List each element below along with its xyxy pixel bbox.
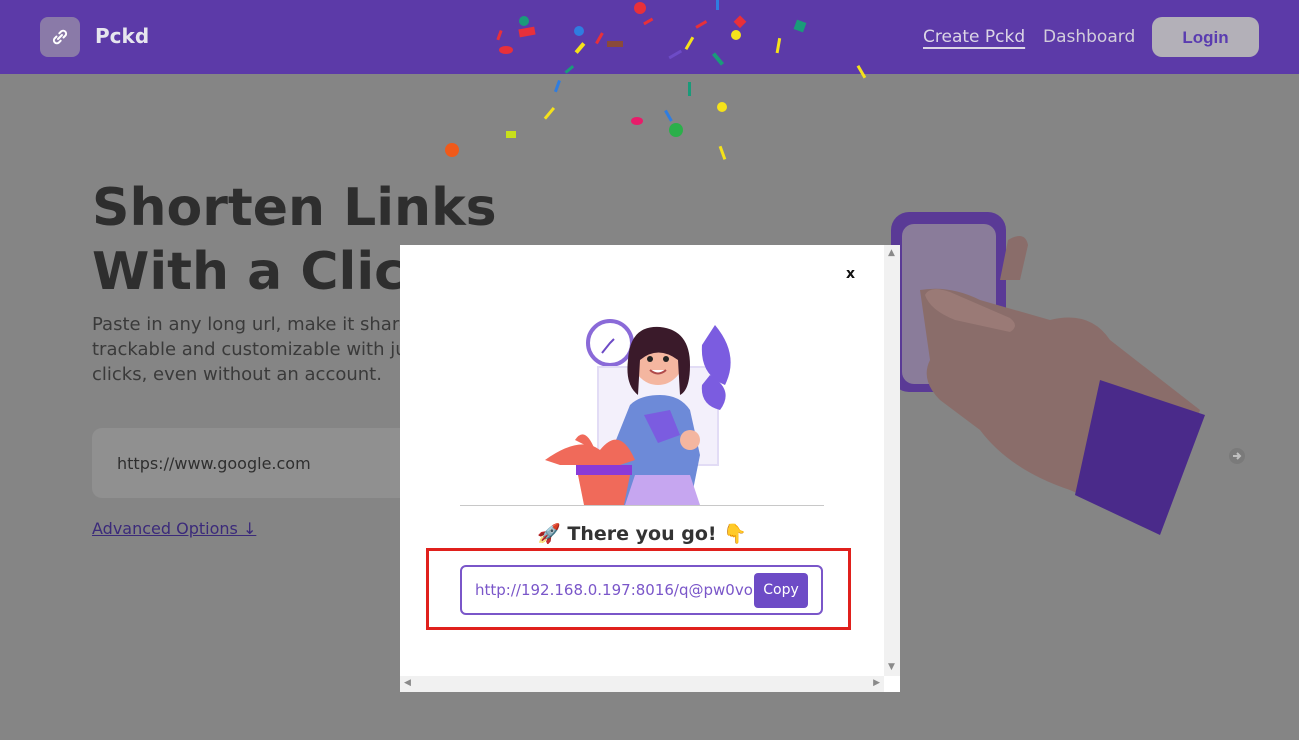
close-button[interactable]: x — [846, 266, 855, 282]
scroll-down-arrow-icon[interactable]: ▼ — [888, 663, 895, 672]
arrow-right-icon — [1229, 448, 1245, 464]
scroll-left-arrow-icon[interactable]: ◀ — [404, 679, 411, 688]
divider — [460, 505, 824, 506]
success-message: 🚀 There you go! 👇 — [537, 523, 747, 545]
advanced-options-link[interactable]: Advanced Options ↓ — [92, 519, 256, 538]
woman-watering-plant-illustration — [545, 319, 731, 505]
horizontal-scrollbar[interactable]: ◀ ▶ — [400, 676, 884, 692]
copy-button[interactable]: Copy — [754, 573, 808, 608]
success-modal: x 🚀 There you go! 👇 http://192.168.0.197… — [400, 245, 900, 692]
confetti-decoration — [445, 0, 867, 160]
hand-phone-illustration — [891, 212, 1205, 535]
scroll-right-arrow-icon[interactable]: ▶ — [873, 679, 880, 688]
vertical-scrollbar[interactable]: ▲ ▼ — [884, 245, 900, 676]
hero-title-line-1: Shorten Links — [92, 178, 497, 238]
short-url-text[interactable]: http://192.168.0.197:8016/q@pw0vo — [475, 581, 753, 599]
short-link-field[interactable]: http://192.168.0.197:8016/q@pw0vo Copy — [460, 565, 823, 615]
scroll-up-arrow-icon[interactable]: ▲ — [888, 249, 895, 258]
